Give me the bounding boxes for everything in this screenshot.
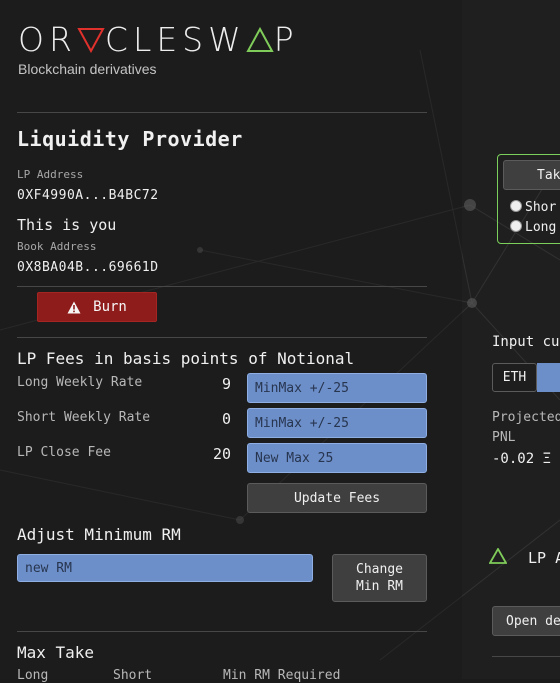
book-address-label: Book Address xyxy=(17,240,97,253)
long-radio[interactable]: Long xyxy=(510,220,556,235)
oracleswap-logo: OR CLESW P xyxy=(18,20,299,59)
divider xyxy=(17,286,427,287)
currency-eth-button[interactable]: ETH xyxy=(492,363,537,392)
tagline: Blockchain derivatives xyxy=(18,61,157,77)
long-weekly-rate-label: Long Weekly Rate xyxy=(17,375,143,390)
max-take-title: Max Take xyxy=(17,643,95,662)
red-triangle-icon xyxy=(77,28,105,54)
divider xyxy=(17,112,427,113)
fees-title: LP Fees in basis points of Notional xyxy=(17,349,355,368)
amount-input[interactable] xyxy=(537,363,560,392)
pnl-label: PNL xyxy=(492,430,516,445)
max-take-col-short: Short xyxy=(113,668,153,683)
min-rm-title: Adjust Minimum RM xyxy=(17,525,181,544)
max-take-col-long: Long xyxy=(17,668,49,683)
pnl-value: -0.02 Ξ xyxy=(492,451,552,467)
max-take-col-min-rm: Min RM Required xyxy=(223,668,341,683)
book-address: 0X8BA04B...69661D xyxy=(17,260,159,275)
burn-label: Burn xyxy=(93,299,127,315)
new-rm-input[interactable]: new RM xyxy=(17,554,313,582)
change-min-rm-button[interactable]: Change Min RM xyxy=(332,554,427,602)
long-weekly-rate-input[interactable]: MinMax +/-25 xyxy=(247,373,427,403)
update-fees-button[interactable]: Update Fees xyxy=(247,483,427,513)
short-weekly-rate-input[interactable]: MinMax +/-25 xyxy=(247,408,427,438)
lp-address: 0XF4990A...B4BC72 xyxy=(17,188,159,203)
lp-close-fee-input[interactable]: New Max 25 xyxy=(247,443,427,473)
open-button[interactable]: Open de xyxy=(492,606,560,636)
short-radio[interactable]: Shor xyxy=(510,200,556,215)
divider xyxy=(17,337,427,338)
input-currency-label: Input cu xyxy=(492,334,560,350)
short-weekly-rate-value: 0 xyxy=(221,410,231,428)
projected-label: Projected xyxy=(492,410,560,425)
divider xyxy=(17,631,427,632)
short-weekly-rate-label: Short Weekly Rate xyxy=(17,410,151,425)
short-radio-circle[interactable] xyxy=(510,200,522,212)
warning-icon xyxy=(67,301,81,313)
green-triangle-icon xyxy=(246,26,274,52)
burn-button[interactable]: Burn xyxy=(37,292,157,322)
lp-account-label: LP A xyxy=(528,549,560,567)
green-triangle-icon xyxy=(488,547,508,568)
lp-address-label: LP Address xyxy=(17,168,84,181)
long-weekly-rate-value: 9 xyxy=(221,375,231,393)
lp-close-fee-label: LP Close Fee xyxy=(17,445,111,460)
you-text: This is you xyxy=(17,216,117,234)
long-radio-circle[interactable] xyxy=(510,220,522,232)
divider xyxy=(492,656,560,657)
lp-title: Liquidity Provider xyxy=(17,127,243,151)
lp-close-fee-value: 20 xyxy=(212,445,231,463)
take-button[interactable]: Tak xyxy=(503,160,560,190)
